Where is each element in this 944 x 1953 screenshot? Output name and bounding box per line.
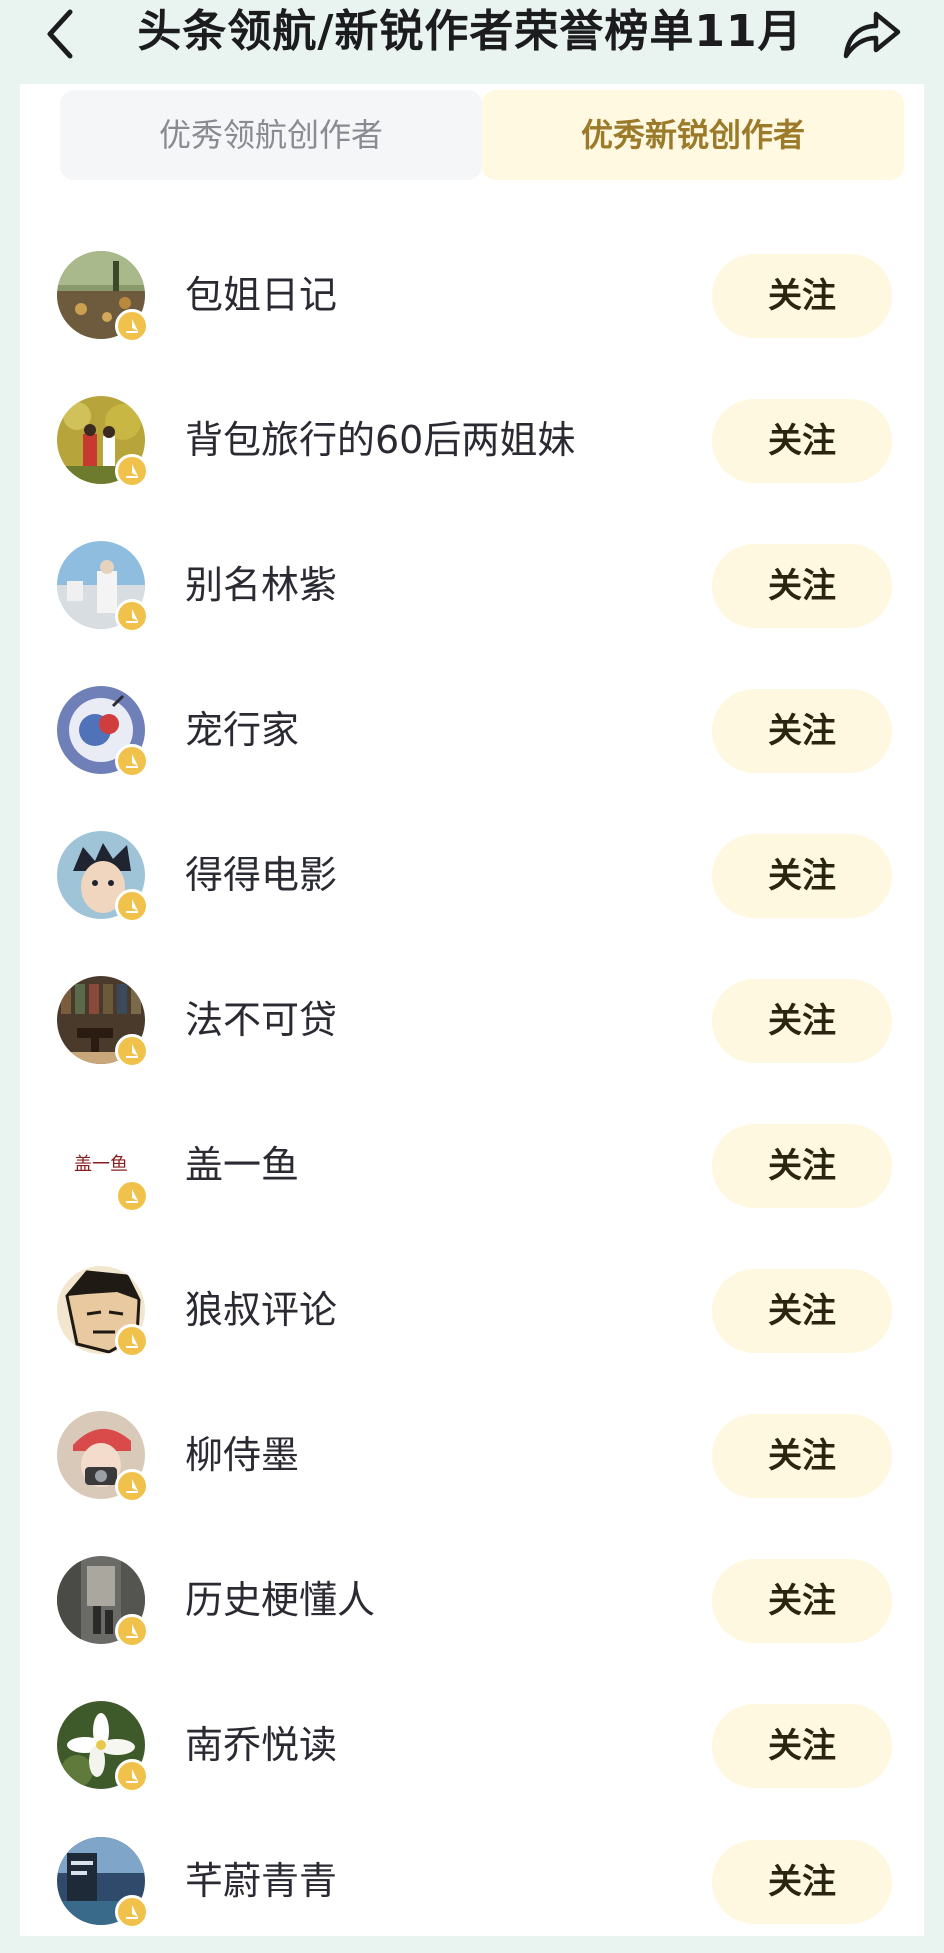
- chevron-left-icon: [47, 9, 73, 59]
- creator-badge-icon: [115, 1895, 149, 1929]
- author-row[interactable]: 法不可贷 关注: [20, 947, 924, 1092]
- creator-badge-icon: [115, 1614, 149, 1648]
- creator-badge-icon: [115, 1179, 149, 1213]
- author-name[interactable]: 法不可贷: [185, 995, 337, 1045]
- author-row[interactable]: 狼叔评论 关注: [20, 1237, 924, 1382]
- follow-button[interactable]: 关注: [712, 979, 892, 1063]
- follow-button[interactable]: 关注: [712, 1269, 892, 1353]
- author-name[interactable]: 别名林紫: [185, 560, 337, 610]
- author-row[interactable]: 包姐日记 关注: [20, 222, 924, 367]
- follow-button[interactable]: 关注: [712, 254, 892, 338]
- author-row[interactable]: 背包旅行的60后两姐妹 关注: [20, 367, 924, 512]
- author-name[interactable]: 狼叔评论: [185, 1285, 337, 1335]
- creator-badge-icon: [115, 744, 149, 778]
- author-name[interactable]: 盖一鱼: [185, 1140, 299, 1190]
- author-name[interactable]: 得得电影: [185, 850, 337, 900]
- follow-button[interactable]: 关注: [712, 544, 892, 628]
- follow-button[interactable]: 关注: [712, 1124, 892, 1208]
- author-row[interactable]: 柳侍墨 关注: [20, 1382, 924, 1527]
- tab-outstanding-new-creators[interactable]: 优秀新锐创作者: [482, 90, 904, 180]
- creator-badge-icon: [115, 1034, 149, 1068]
- creator-badge-icon: [115, 1324, 149, 1358]
- author-name[interactable]: 南乔悦读: [185, 1720, 337, 1770]
- author-row[interactable]: 盖一鱼 盖一鱼 关注: [20, 1092, 924, 1237]
- follow-button[interactable]: 关注: [712, 399, 892, 483]
- author-row[interactable]: 得得电影 关注: [20, 802, 924, 947]
- follow-button[interactable]: 关注: [712, 1840, 892, 1924]
- creator-badge-icon: [115, 599, 149, 633]
- author-name[interactable]: 包姐日记: [185, 270, 337, 320]
- follow-button[interactable]: 关注: [712, 1559, 892, 1643]
- follow-button[interactable]: 关注: [712, 1414, 892, 1498]
- creator-badge-icon: [115, 1469, 149, 1503]
- author-name[interactable]: 历史梗懂人: [185, 1575, 375, 1625]
- page-title: 头条领航/新锐作者荣誉榜单11月: [137, 6, 803, 57]
- author-name[interactable]: 柳侍墨: [185, 1430, 299, 1480]
- creator-badge-icon: [115, 1759, 149, 1793]
- author-name[interactable]: 宠行家: [185, 705, 299, 755]
- author-row[interactable]: 芊蔚青青 关注: [20, 1808, 924, 1953]
- author-name[interactable]: 背包旅行的60后两姐妹: [185, 415, 575, 465]
- top-bar: 头条领航/新锐作者荣誉榜单11月: [0, 0, 944, 84]
- author-row[interactable]: 别名林紫 关注: [20, 512, 924, 657]
- creator-badge-icon: [115, 454, 149, 488]
- share-icon: [843, 11, 901, 59]
- follow-button[interactable]: 关注: [712, 834, 892, 918]
- author-name[interactable]: 芊蔚青青: [185, 1856, 337, 1906]
- author-row[interactable]: 历史梗懂人 关注: [20, 1527, 924, 1672]
- share-button[interactable]: [840, 6, 904, 62]
- rank-panel: 优秀领航创作者 优秀新锐创作者 包姐日记 关注 背包旅行的60后两姐妹 关注 别…: [20, 84, 924, 1936]
- follow-button[interactable]: 关注: [712, 1704, 892, 1788]
- author-row[interactable]: 南乔悦读 关注: [20, 1672, 924, 1817]
- creator-badge-icon: [115, 309, 149, 343]
- creator-badge-icon: [115, 889, 149, 923]
- tab-outstanding-leader-creators[interactable]: 优秀领航创作者: [60, 90, 482, 180]
- author-row[interactable]: 宠行家 关注: [20, 657, 924, 802]
- back-button[interactable]: [40, 6, 84, 62]
- follow-button[interactable]: 关注: [712, 689, 892, 773]
